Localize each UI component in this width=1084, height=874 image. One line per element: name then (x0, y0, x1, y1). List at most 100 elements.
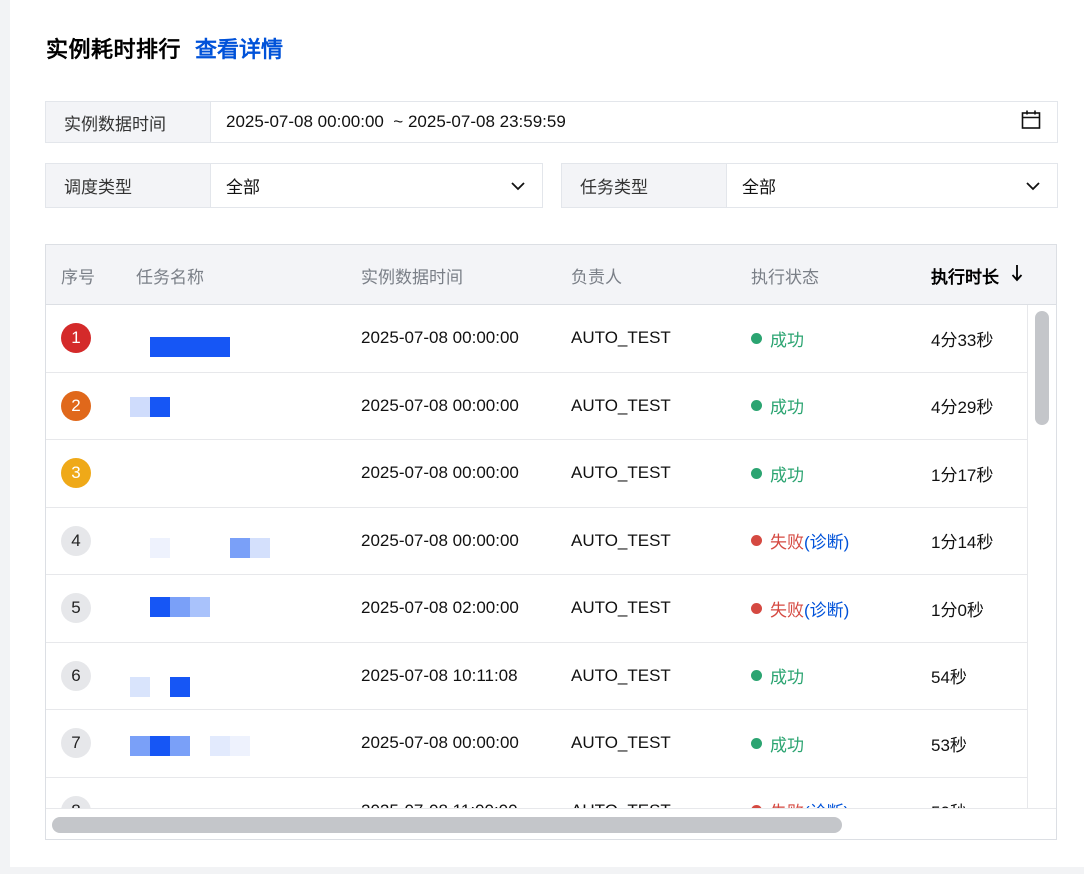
duration-cell: 50秒 (931, 778, 967, 811)
redaction-block (150, 597, 170, 617)
task-type-select[interactable]: 全部 (727, 164, 1057, 207)
table-row[interactable]: 8 2025-07-08 11:00:00 AUTO_TEST 失败(诊断) 50秒 (46, 777, 1028, 811)
redaction-block (210, 736, 230, 756)
chevron-down-icon[interactable] (510, 176, 526, 196)
status-dot-icon (751, 602, 762, 614)
rank-badge: 6 (61, 660, 91, 691)
task-name-cell[interactable] (128, 777, 302, 811)
schedule-type-value: 全部 (226, 178, 260, 197)
diagnose-link[interactable]: (诊断) (804, 528, 849, 553)
schedule-type-filter[interactable]: 调度类型 全部 (45, 163, 543, 208)
table-row[interactable]: 7 2025-07-08 00:00:00 AUTO_TEST 成功 53秒 (46, 710, 1028, 778)
status-dot-icon (751, 670, 762, 682)
redaction-block (150, 396, 170, 417)
owner-cell: AUTO_TEST (571, 598, 671, 618)
schedule-type-select[interactable]: 全部 (211, 164, 542, 207)
task-name-cell[interactable] (128, 642, 302, 709)
task-type-filter[interactable]: 任务类型 全部 (561, 163, 1058, 208)
owner-cell: AUTO_TEST (571, 395, 671, 415)
rank-badge: 5 (61, 593, 91, 624)
ranking-table: 序号 任务名称 实例数据时间 负责人 执行状态 执行时长 1 2025-07-08… (45, 244, 1057, 840)
duration-cell: 53秒 (931, 735, 967, 755)
status-cell: 成功 (751, 373, 804, 440)
task-type-label: 任务类型 (562, 164, 727, 207)
redaction-block (130, 676, 150, 697)
data-time-cell: 2025-07-08 00:00:00 (361, 530, 519, 550)
task-name-cell[interactable] (128, 440, 302, 507)
table-row[interactable]: 6 2025-07-08 10:11:08 AUTO_TEST 成功 54秒 (46, 642, 1028, 710)
view-details-link[interactable]: 查看详情 (195, 32, 283, 64)
owner-cell: AUTO_TEST (571, 328, 671, 348)
owner-cell: AUTO_TEST (571, 530, 671, 550)
rank-cell: 1 (61, 305, 91, 372)
redaction-block (130, 396, 150, 417)
status-text: 失败 (770, 600, 804, 620)
owner-cell: AUTO_TEST (571, 733, 671, 753)
col-index-header: 序号 (61, 267, 95, 287)
duration-cell: 1分14秒 (931, 533, 994, 553)
task-type-value: 全部 (742, 178, 776, 197)
col-duration-header[interactable]: 执行时长 (931, 245, 1023, 305)
redaction-block (170, 736, 190, 756)
sort-descending-icon[interactable] (1011, 264, 1023, 287)
col-status-header: 执行状态 (751, 267, 819, 287)
horizontal-scrollbar[interactable] (46, 808, 1056, 839)
ranking-panel: 实例耗时排行 查看详情 实例数据时间 2025-07-08 00:00:00 ~… (10, 0, 1084, 867)
table-row[interactable]: 4 2025-07-08 00:00:00 AUTO_TEST 失败 (诊断) 1分14秒 (46, 507, 1028, 575)
task-name-cell[interactable] (128, 710, 302, 777)
status-text: 成功 (770, 735, 804, 755)
status-cell: 成功 (751, 440, 804, 507)
owner-cell: AUTO_TEST (571, 800, 671, 811)
data-time-range-input[interactable]: 2025-07-08 00:00:00 ~ 2025-07-08 23:59:5… (211, 102, 1057, 142)
vertical-scroll-thumb[interactable] (1035, 311, 1049, 425)
task-name-cell[interactable] (128, 575, 302, 642)
col-task-name-header: 任务名称 (136, 267, 204, 287)
rank-badge: 4 (61, 525, 91, 556)
status-text: 失败 (770, 533, 804, 553)
rank-badge: 2 (61, 390, 91, 421)
redaction-block (150, 537, 170, 558)
redaction-block (170, 676, 190, 697)
data-time-cell: 2025-07-08 00:00:00 (361, 463, 519, 483)
status-cell: 成功 (751, 643, 804, 710)
data-time-filter[interactable]: 实例数据时间 2025-07-08 00:00:00 ~ 2025-07-08 … (45, 101, 1058, 143)
panel-header: 实例耗时排行 查看详情 (46, 32, 283, 64)
data-time-range-value: 2025-07-08 00:00:00 ~ 2025-07-08 23:59:5… (226, 112, 566, 131)
col-data-time-header: 实例数据时间 (361, 267, 463, 287)
diagnose-link[interactable]: (诊断) (804, 596, 849, 621)
chevron-down-icon[interactable] (1025, 176, 1041, 196)
task-name-cell[interactable] (128, 372, 302, 439)
table-row[interactable]: 3 2025-07-08 00:00:00 AUTO_TEST 成功 1分17秒 (46, 440, 1028, 508)
status-cell: 成功 (751, 305, 804, 372)
status-dot-icon (751, 535, 762, 547)
rank-cell: 6 (61, 643, 91, 710)
calendar-icon[interactable] (1021, 110, 1041, 135)
vertical-scrollbar[interactable] (1027, 305, 1056, 811)
status-text: 成功 (770, 465, 804, 485)
duration-cell: 1分17秒 (931, 465, 994, 485)
data-time-cell: 2025-07-08 10:11:08 (361, 665, 518, 685)
data-time-cell: 2025-07-08 11:00:00 (361, 800, 518, 811)
horizontal-scroll-thumb[interactable] (52, 817, 842, 833)
status-text: 成功 (770, 398, 804, 418)
task-name-cell[interactable] (128, 507, 302, 574)
redaction-block (150, 736, 170, 756)
table-row[interactable]: 5 2025-07-08 02:00:00 AUTO_TEST 失败 (诊断) 1分0秒 (46, 575, 1028, 643)
table-row[interactable]: 2 2025-07-08 00:00:00 AUTO_TEST 成功 4分29秒 (46, 372, 1028, 440)
schedule-type-label: 调度类型 (46, 164, 211, 207)
data-time-cell: 2025-07-08 00:00:00 (361, 328, 519, 348)
rank-cell: 7 (61, 710, 91, 777)
rank-cell: 4 (61, 508, 91, 575)
task-name-cell[interactable] (128, 305, 302, 372)
table-row[interactable]: 1 2025-07-08 00:00:00 AUTO_TEST 成功 4分33秒 (46, 305, 1028, 373)
duration-cell: 1分0秒 (931, 600, 984, 620)
redaction-block (230, 537, 250, 558)
status-dot-icon (751, 332, 762, 344)
data-time-cell: 2025-07-08 00:00:00 (361, 733, 519, 753)
redaction-block (130, 736, 150, 756)
rank-cell: 8 (61, 778, 91, 811)
data-time-label: 实例数据时间 (46, 102, 211, 142)
duration-cell: 4分29秒 (931, 398, 994, 418)
status-dot-icon (751, 467, 762, 479)
redaction-block (170, 597, 190, 617)
